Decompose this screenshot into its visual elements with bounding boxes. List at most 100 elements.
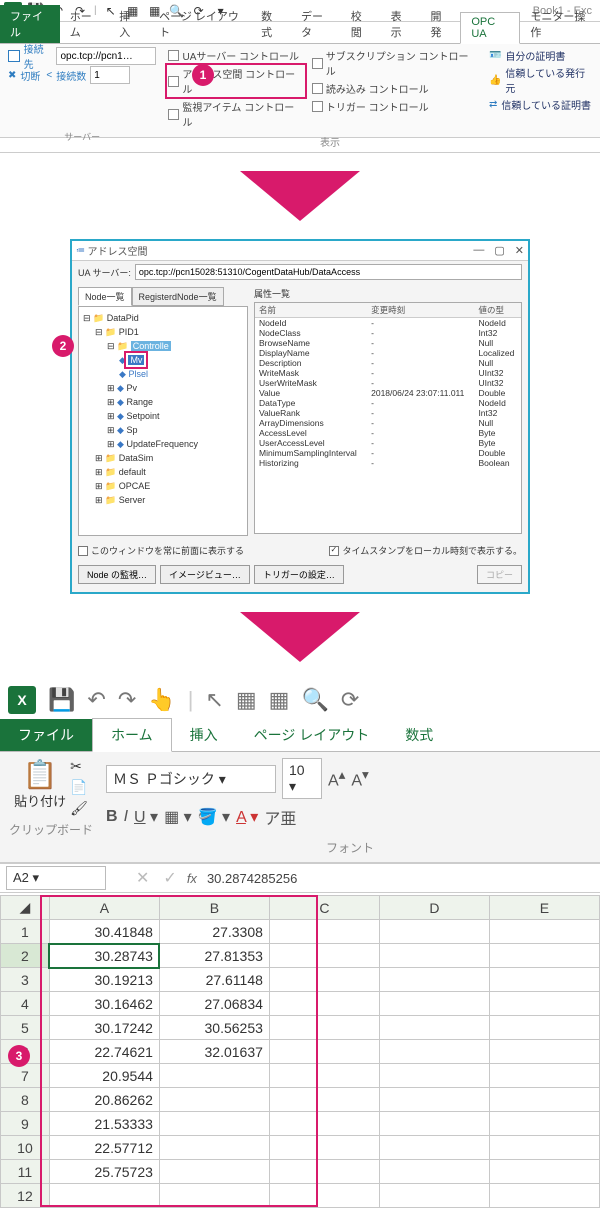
cell[interactable]: [489, 1088, 599, 1112]
cell[interactable]: [379, 1040, 489, 1064]
table-row[interactable]: 9 21.53333: [1, 1112, 600, 1136]
grid-icon-large[interactable]: ▦: [236, 687, 257, 713]
col-header-A[interactable]: A: [49, 896, 159, 920]
table-row[interactable]: 2 30.28743 27.81353: [1, 944, 600, 968]
cell[interactable]: [269, 1064, 379, 1088]
cell[interactable]: 30.19213: [49, 968, 159, 992]
self-cert-button[interactable]: 🪪自分の証明書: [489, 48, 594, 63]
row-header[interactable]: 9: [1, 1112, 50, 1136]
tab3-formula[interactable]: 数式: [387, 719, 451, 751]
table-row[interactable]: 11 25.75723: [1, 1160, 600, 1184]
chk-addrspace-ctrl[interactable]: アドレス空間 コントロール: [168, 66, 303, 96]
trusted-issuer-button[interactable]: 👍信頼している発行元: [489, 65, 594, 95]
property-row[interactable]: ArrayDimensions-Null: [255, 418, 521, 428]
row-header[interactable]: 2: [1, 944, 50, 968]
grow-font-icon[interactable]: A▴: [328, 767, 345, 790]
touch-icon[interactable]: 👆: [148, 687, 175, 713]
property-row[interactable]: Historizing-Boolean: [255, 458, 521, 468]
connect-count-input[interactable]: [90, 66, 130, 84]
close-icon[interactable]: ✕: [515, 244, 524, 257]
row-header[interactable]: 8: [1, 1088, 50, 1112]
property-row[interactable]: UserAccessLevel-Byte: [255, 438, 521, 448]
accept-formula-icon[interactable]: ✓: [163, 868, 176, 888]
minimize-icon[interactable]: —: [473, 244, 484, 257]
cell[interactable]: [489, 944, 599, 968]
cursor-icon-large[interactable]: ↖: [205, 687, 223, 713]
cell[interactable]: 27.81353: [159, 944, 269, 968]
cut-icon[interactable]: ✂: [70, 758, 88, 775]
tab3-layout[interactable]: ページ レイアウト: [236, 719, 388, 751]
row-header[interactable]: 7: [1, 1064, 50, 1088]
row-header[interactable]: 10: [1, 1136, 50, 1160]
tab3-home[interactable]: ホーム: [92, 718, 172, 752]
table-row[interactable]: 10 22.57712: [1, 1136, 600, 1160]
row-header[interactable]: 3: [1, 968, 50, 992]
cell[interactable]: [379, 968, 489, 992]
cell[interactable]: [269, 1112, 379, 1136]
cell[interactable]: 27.3308: [159, 920, 269, 944]
property-row[interactable]: AccessLevel-Byte: [255, 428, 521, 438]
cell[interactable]: [379, 1088, 489, 1112]
cell[interactable]: [489, 1064, 599, 1088]
table-row[interactable]: 6 22.74621 32.01637: [1, 1040, 600, 1064]
cell[interactable]: [269, 992, 379, 1016]
cell[interactable]: 32.01637: [159, 1040, 269, 1064]
name-box[interactable]: A2 ▾: [6, 866, 106, 890]
tree-node-mv[interactable]: Mv: [128, 355, 144, 365]
tab-opcua[interactable]: OPC UA: [460, 12, 520, 44]
cell[interactable]: [269, 1136, 379, 1160]
cell[interactable]: [49, 1184, 159, 1208]
property-row[interactable]: Description-Null: [255, 358, 521, 368]
cell[interactable]: [379, 1064, 489, 1088]
disconnect-button[interactable]: ✖切断 <接続数: [8, 67, 156, 83]
property-row[interactable]: MinimumSamplingInterval-Double: [255, 448, 521, 458]
property-row[interactable]: UserWriteMask-UInt32: [255, 378, 521, 388]
tab-data[interactable]: データ: [291, 5, 341, 43]
italic-button[interactable]: I: [124, 808, 128, 826]
cell[interactable]: [159, 1136, 269, 1160]
save-icon-large[interactable]: 💾: [48, 687, 75, 713]
underline-button[interactable]: U ▾: [134, 807, 158, 827]
tab-home[interactable]: ホーム: [60, 5, 110, 43]
chk-uaserver-ctrl[interactable]: UAサーバー コントロール: [168, 48, 303, 63]
col-header-E[interactable]: E: [489, 896, 599, 920]
chk-timestamp-local[interactable]: タイムスタンプをローカル時刻で表示する。: [329, 544, 522, 557]
redo-icon-large[interactable]: ↷: [118, 687, 136, 713]
cell[interactable]: 25.75723: [49, 1160, 159, 1184]
font-size-select[interactable]: 10 ▾: [282, 758, 322, 799]
col-header-C[interactable]: C: [269, 896, 379, 920]
undo-icon-large[interactable]: ↶: [87, 687, 105, 713]
tab-review[interactable]: 校閲: [341, 5, 381, 43]
property-row[interactable]: BrowseName-Null: [255, 338, 521, 348]
maximize-icon[interactable]: ▢: [494, 244, 504, 257]
tab-regnode-list[interactable]: RegisterdNode一覧: [132, 287, 224, 306]
cell[interactable]: [269, 1088, 379, 1112]
node-tree[interactable]: ⊟ 📁 DataPid ⊟ 📁 PID1 ⊟ 📁 Controlle ◆ Mv …: [78, 306, 248, 536]
chk-subscription-ctrl[interactable]: サブスクリプション コントロール: [312, 48, 477, 78]
property-row[interactable]: Value2018/06/24 23:07:11.011Double: [255, 388, 521, 398]
chk-monitoritem-ctrl[interactable]: 監視アイテム コントロール: [168, 99, 303, 129]
row-header[interactable]: 12: [1, 1184, 50, 1208]
property-table[interactable]: 名前 変更時刻 値の型 NodeId-NodeIdNodeClass-Int32…: [254, 302, 522, 534]
cell[interactable]: [379, 920, 489, 944]
phonetic-button[interactable]: ア亜: [264, 805, 296, 829]
cell[interactable]: [489, 992, 599, 1016]
cell[interactable]: [159, 1160, 269, 1184]
tab-dev[interactable]: 開発: [420, 5, 460, 43]
cell[interactable]: [379, 1016, 489, 1040]
cell[interactable]: [269, 944, 379, 968]
cell[interactable]: 27.06834: [159, 992, 269, 1016]
cell[interactable]: 21.53333: [49, 1112, 159, 1136]
property-row[interactable]: NodeId-NodeId: [255, 318, 521, 329]
col-header-D[interactable]: D: [379, 896, 489, 920]
refresh-icon-large[interactable]: ⟳: [341, 687, 359, 713]
formula-value[interactable]: 30.2874285256: [207, 871, 297, 886]
col-header-B[interactable]: B: [159, 896, 269, 920]
shrink-font-icon[interactable]: A▾: [351, 767, 368, 790]
cell[interactable]: 20.9544: [49, 1064, 159, 1088]
chk-read-ctrl[interactable]: 読み込み コントロール: [312, 81, 477, 96]
cell[interactable]: [159, 1088, 269, 1112]
tab-formula[interactable]: 数式: [251, 5, 291, 43]
row-header[interactable]: 4: [1, 992, 50, 1016]
connect-to-button[interactable]: 接続先: [8, 48, 156, 64]
